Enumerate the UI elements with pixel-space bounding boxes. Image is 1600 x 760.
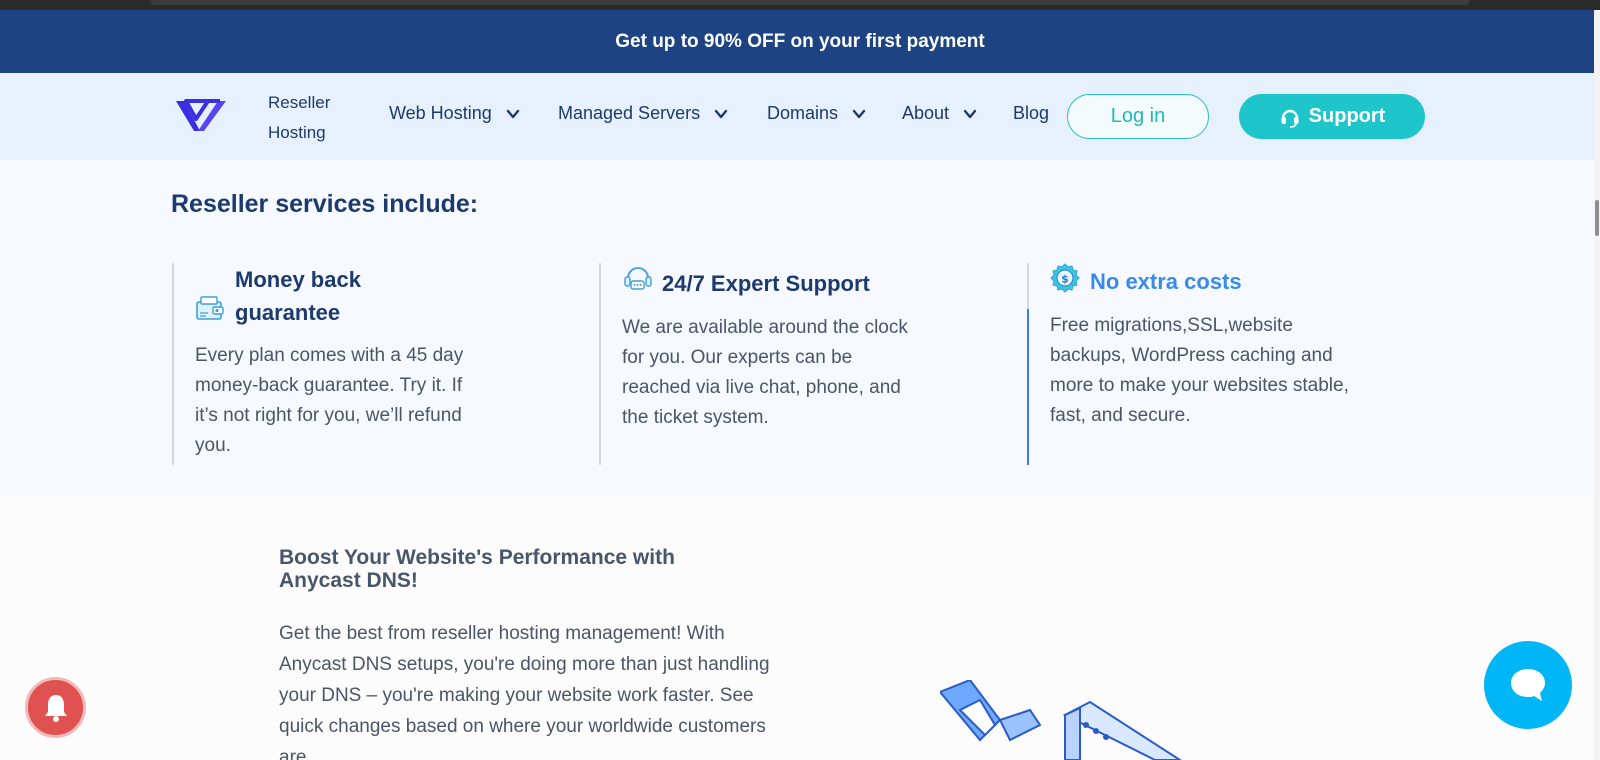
- svg-text:$: $: [1061, 273, 1069, 286]
- boost-paragraph: Get the best from reseller hosting manag…: [279, 623, 770, 760]
- promo-banner[interactable]: Get up to 90% OFF on your first payment: [0, 10, 1600, 73]
- chevron-down-icon: [963, 109, 977, 118]
- service-title-line-1: Money back: [235, 267, 361, 292]
- service-card-no-extra-costs: $ No extra costs Free migrations,SSL,web…: [1027, 263, 1427, 465]
- chat-bubble-icon: [1511, 669, 1545, 701]
- nav-managed-servers-label: Managed Servers: [558, 103, 701, 123]
- login-label: Log in: [1110, 105, 1166, 127]
- support-label: Support: [1308, 105, 1386, 127]
- dns-illustration: [940, 680, 1182, 760]
- nav-about-label: About: [902, 103, 950, 123]
- services-heading: Reseller services include:: [171, 190, 479, 218]
- nav-blog-label: Blog: [1013, 103, 1050, 123]
- logo-icon[interactable]: [174, 95, 230, 135]
- login-button[interactable]: Log in: [1067, 94, 1209, 139]
- chevron-down-icon: [714, 109, 728, 118]
- service-card-desc: We are available around the clock for yo…: [622, 317, 908, 428]
- main-navigation: Reseller Hosting Web Hosting Managed Ser…: [0, 73, 1600, 160]
- nav-blog[interactable]: Blog: [1013, 103, 1049, 124]
- brand-name[interactable]: Reseller Hosting: [268, 88, 330, 148]
- scrollbar-thumb[interactable]: [1595, 200, 1599, 236]
- service-card-title: No extra costs: [1090, 269, 1242, 294]
- headset-icon: [624, 267, 652, 290]
- services-section: Reseller services include: Money back gu…: [0, 160, 1600, 496]
- brand-line-1: Reseller: [268, 93, 331, 112]
- service-card-title: 24/7 Expert Support: [662, 271, 870, 296]
- service-title-line-2: guarantee: [235, 300, 341, 325]
- bell-icon: [44, 694, 67, 722]
- brand-line-2: Hosting: [268, 123, 326, 142]
- active-card-accent: [1027, 309, 1029, 465]
- page-scrollbar[interactable]: [1594, 10, 1600, 760]
- nav-web-hosting-label: Web Hosting: [389, 103, 492, 123]
- nav-domains-label: Domains: [767, 103, 839, 123]
- notification-bell-button[interactable]: [25, 677, 86, 738]
- chat-widget-button[interactable]: [1484, 641, 1572, 729]
- chevron-down-icon: [852, 109, 866, 118]
- headset-icon: [1281, 109, 1299, 128]
- wallet-icon: [196, 296, 224, 320]
- browser-top-strip-inner: [150, 0, 1470, 5]
- service-card-title: Money back guarantee: [235, 263, 361, 329]
- service-card-expert-support: 24/7 Expert Support We are available aro…: [599, 263, 999, 465]
- dollar-badge-icon: $: [1050, 263, 1080, 293]
- support-button[interactable]: Support: [1239, 94, 1425, 139]
- service-card-desc: Free migrations,SSL,website backups, Wor…: [1050, 315, 1349, 426]
- promo-text: Get up to 90% OFF on your first payment: [615, 30, 985, 52]
- browser-top-strip: [0, 0, 1600, 10]
- nav-domains[interactable]: Domains: [767, 103, 866, 124]
- service-card-desc: Every plan comes with a 45 day money-bac…: [195, 345, 464, 456]
- nav-web-hosting[interactable]: Web Hosting: [389, 103, 520, 124]
- boost-heading: Boost Your Website's Performance with An…: [279, 546, 675, 592]
- nav-about[interactable]: About: [902, 103, 977, 124]
- nav-managed-servers[interactable]: Managed Servers: [558, 103, 728, 124]
- service-card-money-back: Money back guarantee Every plan comes wi…: [172, 263, 572, 465]
- chevron-down-icon: [506, 109, 519, 118]
